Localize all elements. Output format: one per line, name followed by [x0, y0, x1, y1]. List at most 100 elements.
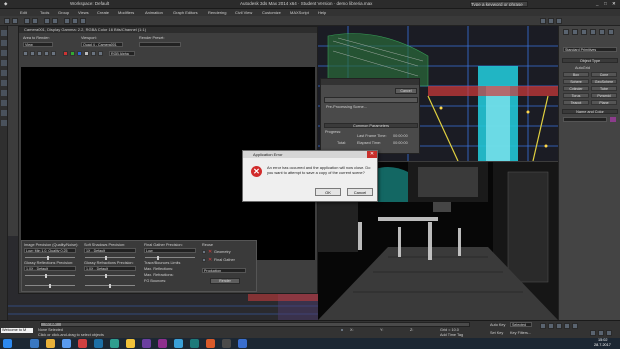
image-precision-value[interactable]: Low: Min 1.0, Quality 0.25 — [24, 248, 76, 253]
tool-1-icon[interactable] — [1, 30, 7, 36]
taskbar-app-4-icon[interactable] — [158, 339, 167, 348]
time-slider[interactable]: 0 / 100 — [40, 322, 470, 327]
pan-icon[interactable] — [598, 330, 604, 336]
orbit-icon[interactable] — [606, 330, 612, 336]
final-gather-slider[interactable] — [145, 255, 195, 260]
red-channel-icon[interactable] — [63, 51, 68, 56]
menu-group[interactable]: Group — [58, 10, 69, 15]
chrome-icon[interactable] — [126, 339, 135, 348]
toggle-overlay-icon[interactable] — [98, 51, 103, 56]
glossy-reflections-value[interactable]: 1.0X - Default — [24, 266, 76, 271]
menu-tools[interactable]: Tools — [40, 10, 49, 15]
taskbar-app-7-icon[interactable] — [222, 339, 231, 348]
menu-customize[interactable]: Customize — [262, 10, 281, 15]
file-explorer-icon[interactable] — [46, 339, 55, 348]
tool-7-icon[interactable] — [1, 90, 7, 96]
sphere-button[interactable]: Sphere — [563, 79, 589, 84]
select-link-icon[interactable] — [24, 18, 30, 24]
torus-button[interactable]: Torus — [563, 93, 589, 98]
tool-9-icon[interactable] — [1, 110, 7, 116]
menu-civil-view[interactable]: Civil View — [235, 10, 252, 15]
viewport-dropdown[interactable]: Quad 4 - Camera001 — [81, 42, 123, 47]
teapot-button[interactable]: Teapot — [563, 100, 589, 105]
workspace-selector[interactable]: Workspace: Default — [70, 1, 109, 6]
minimize-icon[interactable]: _ — [596, 1, 599, 6]
tube-button[interactable]: Tube — [591, 86, 617, 91]
render-production-icon[interactable] — [556, 18, 562, 24]
object-type-rollout[interactable]: Object Type — [562, 58, 618, 63]
tool-3-icon[interactable] — [1, 50, 7, 56]
alpha-channel-icon[interactable] — [84, 51, 89, 56]
common-parameters-rollout[interactable]: Common Parameters — [324, 123, 418, 128]
lock-final-gather-icon[interactable] — [202, 258, 206, 262]
start-icon[interactable] — [3, 339, 12, 348]
save-image-icon[interactable] — [23, 51, 28, 56]
undo-icon[interactable] — [4, 18, 10, 24]
add-time-tag-button[interactable]: Add Time Tag — [440, 333, 463, 337]
taskbar-app-8-icon[interactable] — [238, 339, 247, 348]
soft-shadows-slider[interactable] — [85, 255, 135, 260]
geometry-checkbox[interactable]: Geometry — [214, 250, 231, 254]
create-tab-icon[interactable] — [563, 29, 569, 35]
app-logo-icon[interactable]: ◆ — [4, 1, 7, 7]
tool-10-icon[interactable] — [1, 120, 7, 126]
tool-6-icon[interactable] — [1, 80, 7, 86]
redo-icon[interactable] — [12, 18, 18, 24]
menu-help[interactable]: Help — [318, 10, 326, 15]
go-to-end-icon[interactable] — [572, 323, 578, 329]
select-object-icon[interactable] — [44, 18, 50, 24]
monochrome-icon[interactable] — [91, 51, 96, 56]
taskbar-app-3-icon[interactable] — [142, 339, 151, 348]
set-key-button[interactable]: Set Key — [490, 331, 503, 335]
3dsmax-taskbar-icon[interactable] — [190, 339, 199, 348]
modify-tab-icon[interactable] — [572, 29, 578, 35]
key-mode-dropdown[interactable]: Selected — [510, 322, 532, 327]
object-name-field[interactable] — [563, 117, 607, 122]
search-input[interactable]: Type a keyword or phrase — [470, 1, 528, 7]
print-image-icon[interactable] — [44, 51, 49, 56]
maximize-icon[interactable]: □ — [604, 1, 607, 6]
pyramid-button[interactable]: Pyramid — [591, 93, 617, 98]
scale-icon[interactable] — [80, 18, 86, 24]
menu-edit[interactable]: Edit — [20, 10, 27, 15]
final-gather-checkbox[interactable]: Final Gather — [214, 258, 235, 262]
clear-final-gather-icon[interactable]: ✕ — [208, 257, 212, 263]
display-tab-icon[interactable] — [599, 29, 605, 35]
render-setup-icon[interactable] — [540, 18, 546, 24]
geosphere-button[interactable]: GeoSphere — [591, 79, 617, 84]
time-slider-thumb[interactable]: 0 / 100 — [41, 322, 61, 326]
close-icon[interactable]: ✕ — [612, 1, 616, 7]
error-cancel-button[interactable]: Cancel — [347, 188, 373, 196]
taskbar-app-5-icon[interactable] — [174, 339, 183, 348]
glossy-reflections-slider[interactable] — [25, 273, 75, 278]
cone-button[interactable]: Cone — [591, 72, 617, 77]
play-icon[interactable] — [556, 323, 562, 329]
name-and-color-rollout[interactable]: Name and Color — [562, 109, 618, 114]
box-button[interactable]: Box — [563, 72, 589, 77]
channel-dropdown[interactable]: RGB Alpha — [109, 51, 135, 56]
error-close-icon[interactable]: ✕ — [367, 151, 377, 158]
glossy-refractions-slider[interactable] — [85, 273, 135, 278]
taskbar-app-1-icon[interactable] — [94, 339, 103, 348]
green-channel-icon[interactable] — [70, 51, 75, 56]
motion-tab-icon[interactable] — [590, 29, 596, 35]
render-button[interactable]: Render — [210, 278, 240, 284]
menu-maxscript[interactable]: MAXScript — [290, 10, 309, 15]
go-to-start-icon[interactable] — [540, 323, 546, 329]
autokey-button[interactable]: Auto Key — [490, 323, 505, 327]
copy-image-icon[interactable] — [30, 51, 35, 56]
render-preset-dropdown[interactable] — [139, 42, 181, 47]
menu-rendering[interactable]: Rendering — [208, 10, 226, 15]
soft-shadows-value[interactable]: 1X - Default — [84, 248, 136, 253]
key-filters-button[interactable]: Key Filters... — [510, 331, 531, 335]
menu-graph-editors[interactable]: Graph Editors — [173, 10, 198, 15]
taskbar-app-6-icon[interactable] — [206, 339, 215, 348]
app-icon[interactable] — [62, 339, 71, 348]
rotate-icon[interactable] — [72, 18, 78, 24]
tool-8-icon[interactable] — [1, 100, 7, 106]
next-frame-icon[interactable] — [564, 323, 570, 329]
taskbar-app-2-icon[interactable] — [110, 339, 119, 348]
progress-cancel-button[interactable]: Cancel — [395, 88, 417, 94]
move-icon[interactable] — [64, 18, 70, 24]
bottom-slider-b[interactable] — [85, 283, 135, 288]
